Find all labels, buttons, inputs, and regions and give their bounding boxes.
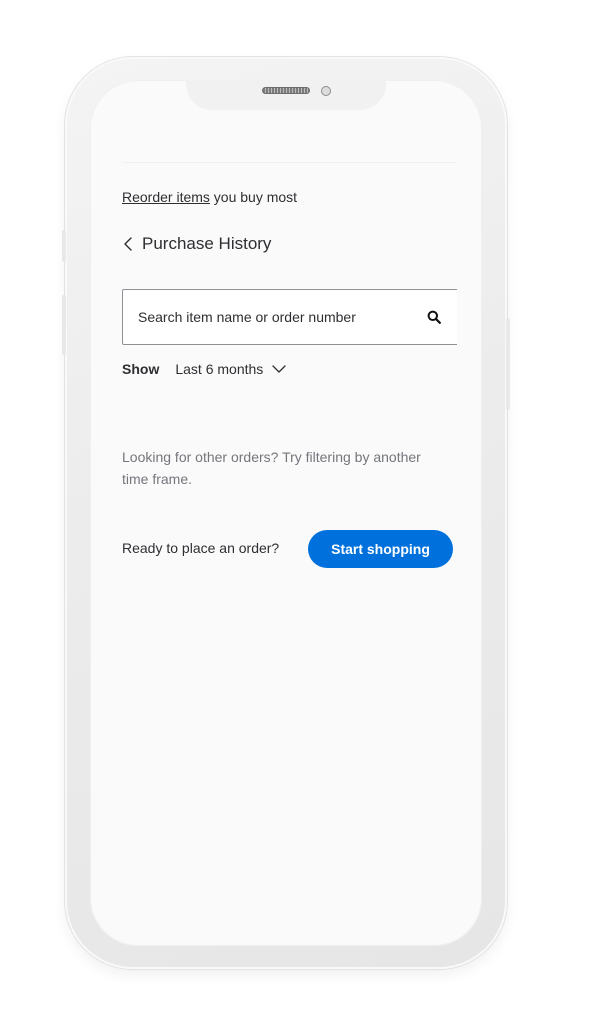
start-shopping-button[interactable]: Start shopping [308, 530, 453, 568]
phone-notch [186, 80, 386, 110]
phone-side-button-left-top [62, 230, 66, 262]
order-prompt: Ready to place an order? [122, 540, 280, 556]
chevron-left-icon[interactable] [122, 236, 134, 252]
reorder-banner: Reorder items you buy most [122, 189, 297, 205]
search-field-container [122, 288, 457, 348]
empty-state-line-1: Looking for other orders? Try filtering … [122, 449, 421, 465]
page: Reorder items you buy most Purchase Hist… [0, 0, 591, 1024]
empty-state-message: Looking for other orders? Try filtering … [122, 446, 457, 492]
header-divider [122, 162, 457, 163]
reorder-banner-text: you buy most [209, 189, 298, 205]
date-range-dropdown[interactable]: Last 6 months [175, 361, 287, 377]
front-camera [321, 86, 331, 96]
speaker-grille [262, 87, 310, 94]
filter-label: Show [122, 361, 160, 377]
phone-screen [90, 80, 482, 946]
page-title: Purchase History [142, 234, 272, 253]
reorder-items-link[interactable]: Reorder items [122, 189, 210, 205]
phone-side-button-right [506, 318, 510, 410]
date-filter-row: Show Last 6 months [122, 361, 287, 377]
chevron-down-icon[interactable] [263, 361, 287, 377]
search-icon[interactable] [427, 310, 441, 329]
empty-state-line-2: time frame. [122, 471, 193, 487]
search-box[interactable] [122, 289, 457, 345]
back-navigation[interactable]: Purchase History [122, 234, 271, 254]
search-input[interactable] [138, 290, 408, 344]
phone-side-button-left-bottom [62, 295, 66, 355]
date-range-value[interactable]: Last 6 months [175, 361, 263, 377]
